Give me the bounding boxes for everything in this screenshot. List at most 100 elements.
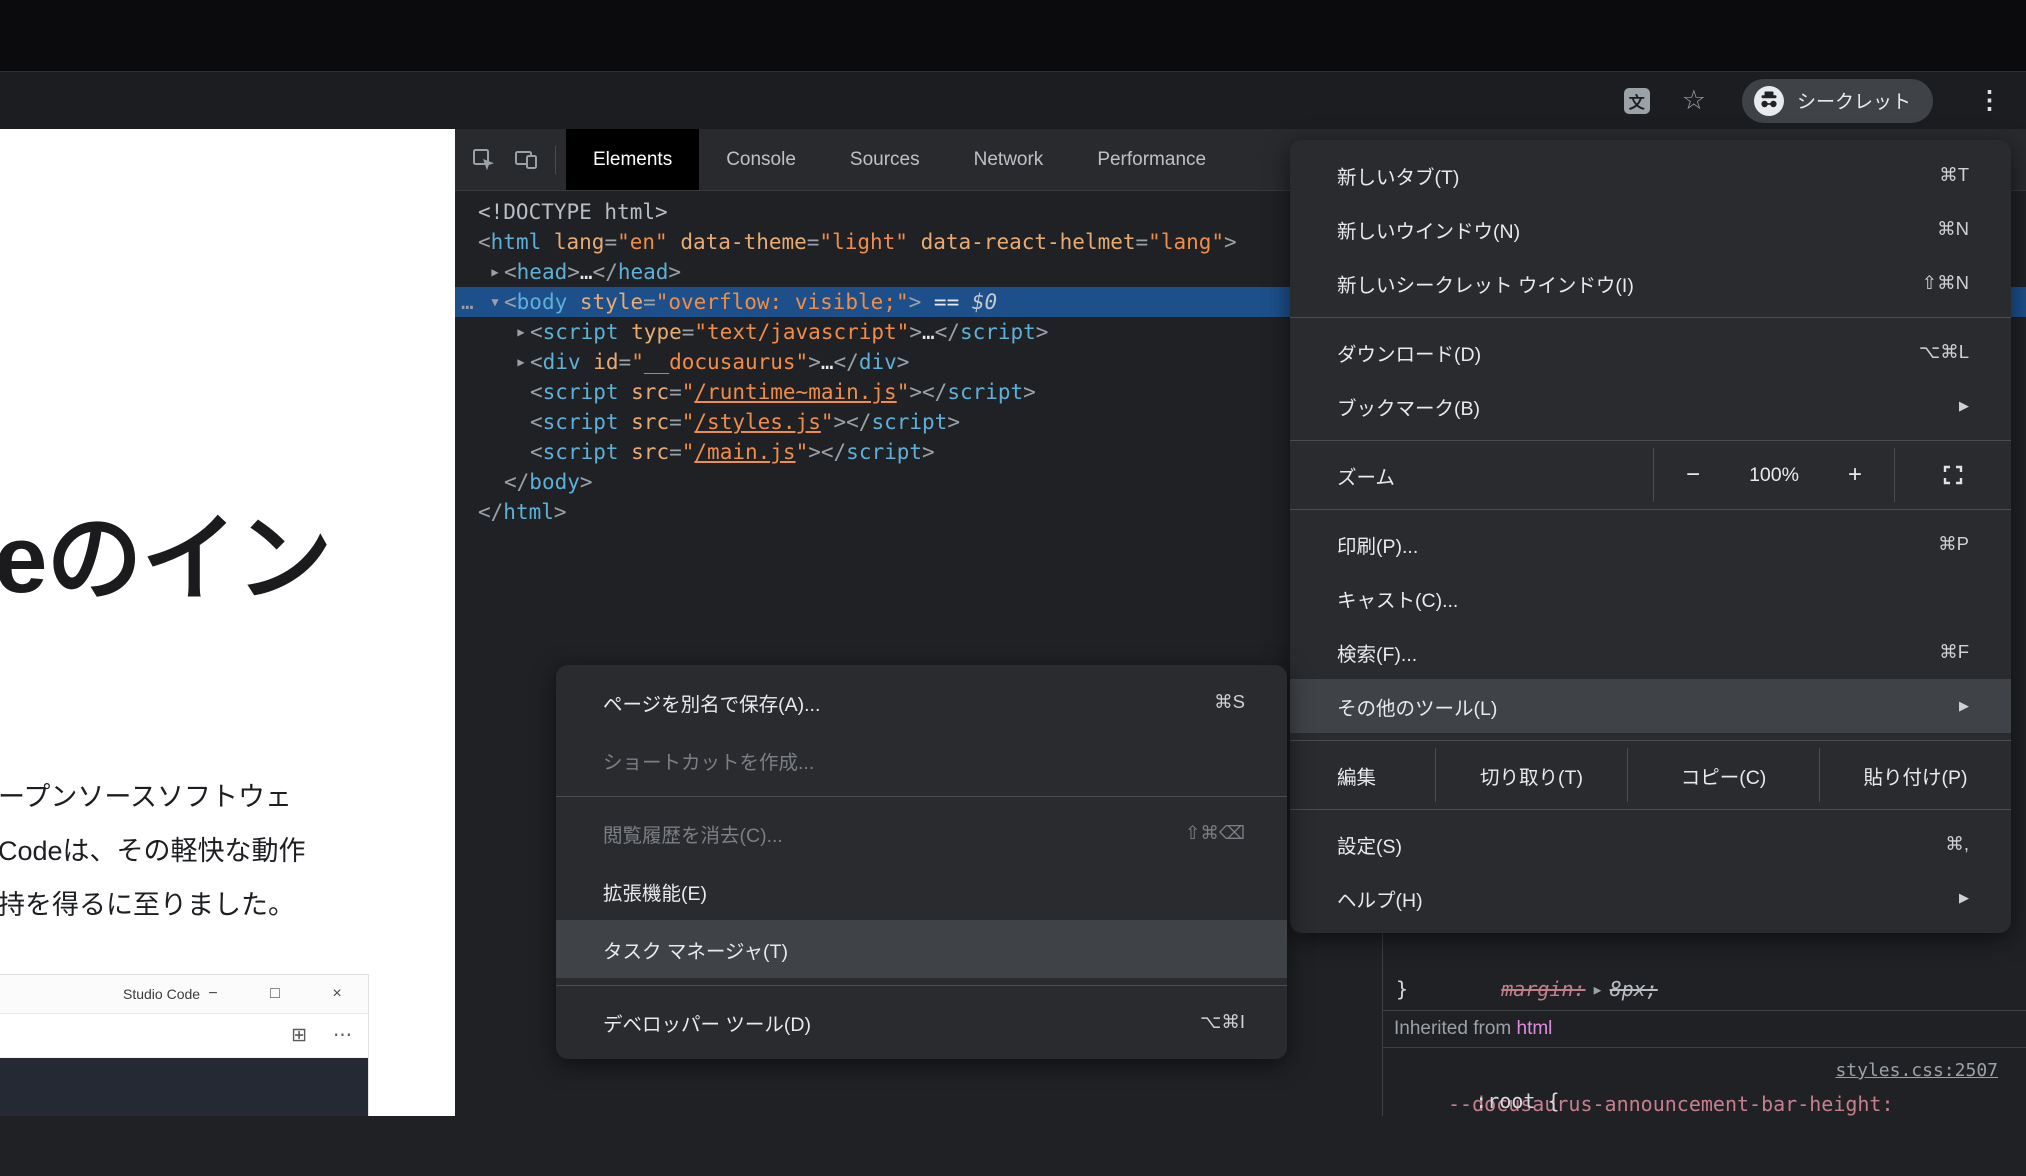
submenu-item-clear-browsing-data[interactable]: 閲覧履歴を消去(C)... ⇧⌘⌫ xyxy=(556,804,1287,862)
bookmark-star-icon[interactable]: ☆ xyxy=(1682,87,1706,114)
device-toolbar-icon[interactable] xyxy=(509,143,543,177)
css-rule-root: :root { styles.css:2507 xyxy=(1403,1056,2026,1086)
more-tools-submenu: ページを別名で保存(A)... ⌘S ショートカットを作成... 閲覧履歴を消去(C)… xyxy=(556,665,1287,1059)
tab-elements[interactable]: Elements xyxy=(566,129,699,190)
menu-item-copy[interactable]: コピー(C) xyxy=(1627,748,1819,802)
paragraph-line: Codeは、その軽快な動作 xyxy=(0,824,306,878)
submenu-separator xyxy=(556,796,1287,797)
menu-item-label: 閲覧履歴を消去(C)... xyxy=(603,819,783,848)
submenu-item-extensions[interactable]: 拡張機能(E) xyxy=(556,862,1287,920)
css-declaration-margin[interactable]: margin:▸8px; xyxy=(1429,944,2026,974)
tab-performance[interactable]: Performance xyxy=(1070,129,1233,190)
menu-item-shortcut: ⌘F xyxy=(1939,641,1969,663)
tab-sources[interactable]: Sources xyxy=(823,129,947,190)
menu-item-label: ブックマーク(B) xyxy=(1337,392,1480,421)
menu-item-shortcut: ⌘S xyxy=(1214,691,1245,713)
menu-item-find[interactable]: 検索(F)... ⌘F xyxy=(1290,625,2011,679)
expand-arrow-icon[interactable]: ▶ xyxy=(513,347,529,377)
menu-item-label: ページを別名で保存(A)... xyxy=(603,688,820,717)
html-node-link[interactable]: html xyxy=(1517,1018,1553,1039)
submenu-item-create-shortcut[interactable]: ショートカットを作成... xyxy=(556,731,1287,789)
window-titlebar xyxy=(0,0,2026,71)
menu-item-new-tab[interactable]: 新しいタブ(T)⌘T xyxy=(1290,148,2011,202)
menu-item-label: ヘルプ(H) xyxy=(1337,884,1423,913)
menu-item-label: デベロッパー ツール(D) xyxy=(603,1008,811,1037)
toolbar-actions: 文 ☆ シークレット ⋮ xyxy=(1624,72,2002,129)
toolbar-divider xyxy=(555,146,556,174)
menu-item-cast[interactable]: キャスト(C)... xyxy=(1290,571,2011,625)
menu-item-shortcut: ⇧⌘N xyxy=(1922,272,1969,294)
shorthand-expander-icon[interactable]: ▸ xyxy=(1592,977,1604,1001)
menu-separator xyxy=(1290,317,2011,318)
fullscreen-icon[interactable] xyxy=(1895,464,2011,486)
menu-item-edit: 編集切り取り(T)コピー(C)貼り付け(P) xyxy=(1290,748,2011,802)
more-actions-dots[interactable]: … xyxy=(461,287,474,317)
menu-item-label: 設定(S) xyxy=(1337,830,1402,859)
menu-item-settings[interactable]: 設定(S) ⌘, xyxy=(1290,817,2011,871)
css-property-value[interactable]: 8px; xyxy=(1610,977,1658,1001)
submenu-arrow-icon: ▶ xyxy=(1959,890,1969,906)
vscode-window-controls: −□× xyxy=(182,975,368,1014)
menu-item-shortcut: ⌘N xyxy=(1937,218,1969,240)
menu-separator xyxy=(1290,809,2011,810)
menu-separator xyxy=(1290,509,2011,510)
browser-toolbar: 文 ☆ シークレット ⋮ xyxy=(0,71,2026,129)
vscode-minimize-icon: − xyxy=(182,975,244,1014)
menu-item-label: 新しいタブ(T) xyxy=(1337,161,1459,190)
vscode-titlebar: Studio Code −□× xyxy=(0,975,368,1014)
menu-item-shortcut: ⇧⌘⌫ xyxy=(1185,822,1245,844)
menu-item-shortcut: ⌘, xyxy=(1945,833,1969,855)
menu-item-cut[interactable]: 切り取り(T) xyxy=(1435,748,1627,802)
menu-item-zoom: ズーム−100%+ xyxy=(1290,448,2011,502)
tab-network[interactable]: Network xyxy=(947,129,1071,190)
submenu-item-task-manager[interactable]: タスク マネージャ(T) xyxy=(556,920,1287,978)
menu-item-shortcut: ⌥⌘L xyxy=(1919,341,1969,363)
inherited-from-header: Inherited from html xyxy=(1383,1010,2026,1048)
menu-item-more-tools[interactable]: その他のツール(L)▶ xyxy=(1290,679,2011,733)
vscode-editor-area xyxy=(0,1059,368,1116)
menu-item-label: ズーム xyxy=(1337,461,1395,490)
paragraph-line: ープンソースソフトウェ xyxy=(0,770,306,824)
browser-menu-dots-icon[interactable]: ⋮ xyxy=(1977,88,2002,113)
menu-item-bookmarks[interactable]: ブックマーク(B) ▶ xyxy=(1290,379,2011,433)
menu-item-downloads[interactable]: ダウンロード(D)⌥⌘L xyxy=(1290,325,2011,379)
page-heading-fragment: eのイン xyxy=(0,481,331,620)
menu-item-label: 新しいウインドウ(N) xyxy=(1337,215,1520,244)
tab-console[interactable]: Console xyxy=(699,129,823,190)
menu-item-label: 検索(F)... xyxy=(1337,638,1417,667)
inspect-element-icon[interactable] xyxy=(467,143,501,177)
menu-item-new-incognito-window[interactable]: 新しいシークレット ウインドウ(I) ⇧⌘N xyxy=(1290,256,2011,310)
incognito-badge: シークレット xyxy=(1742,79,1933,123)
zoom-in-button[interactable]: + xyxy=(1816,461,1894,489)
translate-icon[interactable]: 文 xyxy=(1624,88,1650,114)
page-paragraph: ープンソースソフトウェCodeは、その軽快な動作持を得るに至りました。 xyxy=(0,770,306,932)
stylesheet-source-link[interactable]: styles.css:2507 xyxy=(1835,1056,1998,1086)
menu-item-label: 新しいシークレット ウインドウ(I) xyxy=(1337,269,1634,298)
menu-item-label: その他のツール(L) xyxy=(1337,692,1497,721)
menu-item-label: 編集 xyxy=(1290,761,1435,790)
menu-item-shortcut: ⌘P xyxy=(1938,533,1969,555)
zoom-out-button[interactable]: − xyxy=(1654,461,1732,489)
devtools-tabs: ElementsConsoleSourcesNetworkPerformance xyxy=(566,129,1233,190)
expand-arrow-icon[interactable]: ▶ xyxy=(487,257,503,287)
submenu-arrow-icon: ▶ xyxy=(1959,398,1969,414)
styles-pane: margin:▸8px; } Inherited from html :root… xyxy=(1382,930,2026,1116)
collapse-arrow-icon[interactable]: ▼ xyxy=(487,287,503,317)
submenu-item-save-page-as[interactable]: ページを別名で保存(A)... ⌘S xyxy=(556,673,1287,731)
css-property-name[interactable]: margin: xyxy=(1501,977,1585,1001)
submenu-item-developer-tools[interactable]: デベロッパー ツール(D)⌥⌘I xyxy=(556,993,1287,1051)
inherited-from-label: Inherited from xyxy=(1394,1018,1517,1039)
incognito-label: シークレット xyxy=(1797,87,1911,114)
menu-item-paste[interactable]: 貼り付け(P) xyxy=(1819,748,2011,802)
vscode-menubar: ⊞ ⋯ xyxy=(0,1014,368,1058)
menu-item-label: 拡張機能(E) xyxy=(603,877,707,906)
menu-item-help[interactable]: ヘルプ(H) ▶ xyxy=(1290,871,2011,925)
menu-separator xyxy=(1290,440,2011,441)
chrome-menu: 新しいタブ(T)⌘T 新しいウインドウ(N) ⌘N 新しいシークレット ウインドウ(I… xyxy=(1290,140,2011,933)
vscode-maximize-icon: □ xyxy=(244,975,306,1014)
menu-item-new-window[interactable]: 新しいウインドウ(N) ⌘N xyxy=(1290,202,2011,256)
css-selector[interactable]: :root { xyxy=(1475,1089,1559,1113)
menu-item-label: 印刷(P)... xyxy=(1337,530,1418,559)
menu-item-print[interactable]: 印刷(P)... ⌘P xyxy=(1290,517,2011,571)
expand-arrow-icon[interactable]: ▶ xyxy=(513,317,529,347)
